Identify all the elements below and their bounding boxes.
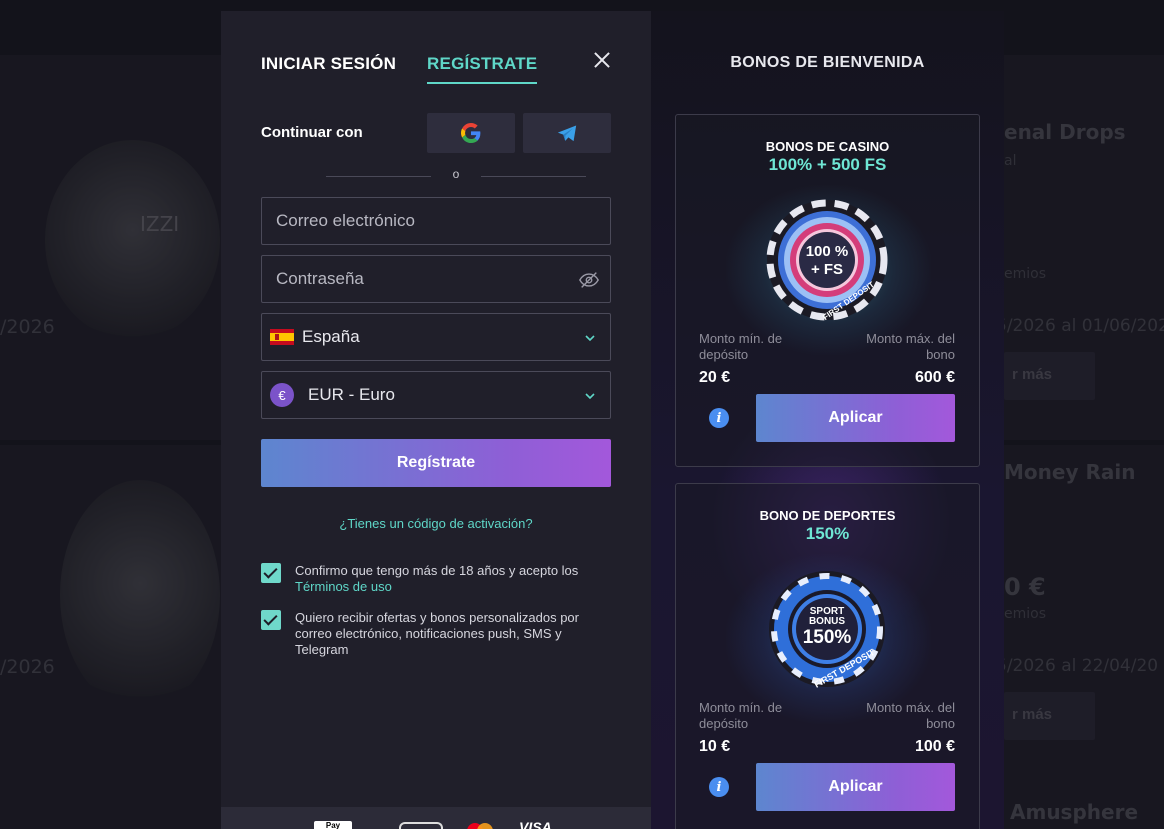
auth-tabs: INICIAR SESIÓN REGÍSTRATE	[261, 54, 538, 84]
continue-with-label: Continuar con	[261, 124, 363, 141]
max-bonus-label-1: Monto máx. del	[866, 331, 955, 346]
max-bonus-value: 100 €	[914, 738, 955, 755]
visa-icon: VISA	[519, 819, 552, 829]
max-bonus-value: 600 €	[914, 369, 955, 386]
max-bonus-label-2: bono	[926, 716, 955, 731]
bonus-category: BONOS DE CASINO	[765, 139, 890, 154]
activation-code-link[interactable]: ¿Tienes un código de activación?	[221, 516, 651, 531]
chevron-down-icon	[585, 335, 595, 342]
chip-text: BONUS	[809, 616, 845, 627]
close-icon[interactable]	[591, 49, 613, 71]
age-terms-text: Confirmo que tengo más de 18 años y acep…	[295, 563, 605, 595]
password-input[interactable]	[276, 269, 566, 289]
chip-text: 150%	[803, 627, 852, 648]
min-deposit-value: 10 €	[699, 738, 731, 755]
register-button[interactable]: Regístrate	[261, 439, 611, 487]
register-panel: INICIAR SESIÓN REGÍSTRATE Continuar con …	[221, 11, 651, 829]
min-deposit-label-1: Monto mín. de	[699, 700, 783, 715]
age-terms-checkbox[interactable]	[261, 563, 281, 583]
apple-pay-icon: Pay	[314, 821, 352, 829]
max-bonus-label: Monto máx. del bono	[866, 700, 955, 732]
bonuses-title: BONOS DE BIENVENIDA	[730, 54, 925, 71]
max-bonus-label-2: bono	[926, 347, 955, 362]
bonus-value: 150%	[805, 524, 850, 543]
terms-link[interactable]: Términos de uso	[295, 579, 392, 594]
payment-logo-icon	[399, 822, 443, 829]
min-deposit-label-2: depósito	[699, 716, 749, 731]
password-field[interactable]	[261, 255, 611, 303]
google-login-button[interactable]	[427, 113, 515, 153]
info-icon[interactable]: i	[709, 408, 729, 428]
max-bonus-label-1: Monto máx. del	[866, 700, 955, 715]
sports-bonus-card: BONO DE DEPORTES 150% SPORT BONUS 150% F…	[675, 483, 980, 829]
casino-chip-icon: 100 % + FS FIRST DEPOSIT	[766, 199, 888, 321]
bonus-category: BONO DE DEPORTES	[759, 508, 896, 523]
currency-value: EUR - Euro	[308, 385, 395, 404]
age-terms-label: Confirmo que tengo más de 18 años y acep…	[295, 563, 579, 578]
marketing-checkbox[interactable]	[261, 610, 281, 630]
min-deposit-label-2: depósito	[699, 347, 749, 362]
chip-text: + FS	[811, 261, 843, 278]
bonus-value: 100% + 500 FS	[768, 155, 887, 174]
country-select[interactable]: España	[261, 313, 611, 361]
marketing-text: Quiero recibir ofertas y bonos personali…	[295, 610, 579, 657]
chevron-down-icon	[585, 393, 595, 400]
divider-or: o	[326, 167, 586, 183]
registration-modal: INICIAR SESIÓN REGÍSTRATE Continuar con …	[221, 11, 1004, 829]
currency-select[interactable]: € EUR - Euro	[261, 371, 611, 419]
payment-methods-bar: Pay VISA	[221, 807, 651, 829]
country-value: España	[302, 327, 360, 346]
min-deposit-label: Monto mín. de depósito	[699, 700, 782, 732]
mastercard-icon-overlap	[477, 823, 493, 829]
google-icon	[461, 123, 481, 143]
casino-bonus-card: BONOS DE CASINO 100% + 500 FS 100 % + FS…	[675, 114, 980, 467]
or-label: o	[452, 167, 460, 181]
max-bonus-label: Monto máx. del bono	[866, 331, 955, 363]
email-input[interactable]	[276, 211, 566, 231]
min-deposit-value: 20 €	[699, 369, 731, 386]
min-deposit-label: Monto mín. de depósito	[699, 331, 782, 363]
divider-line	[481, 176, 586, 177]
euro-icon: €	[270, 383, 294, 407]
telegram-icon	[557, 125, 577, 142]
apply-sports-bonus-button[interactable]: Aplicar	[756, 763, 955, 811]
spain-flag-icon	[270, 329, 294, 345]
telegram-login-button[interactable]	[523, 113, 611, 153]
email-field[interactable]	[261, 197, 611, 245]
chip-text: 100 %	[806, 243, 849, 260]
min-deposit-label-1: Monto mín. de	[699, 331, 783, 346]
tab-login[interactable]: INICIAR SESIÓN	[261, 54, 396, 84]
info-icon[interactable]: i	[709, 777, 729, 797]
eye-off-icon[interactable]	[578, 269, 600, 291]
tab-register[interactable]: REGÍSTRATE	[427, 54, 538, 84]
welcome-bonuses-panel: BONOS DE BIENVENIDA BONOS DE CASINO 100%…	[651, 11, 1004, 829]
apply-casino-bonus-button[interactable]: Aplicar	[756, 394, 955, 442]
sports-chip-icon: SPORT BONUS 150% FIRST DEPOSIT	[769, 571, 885, 690]
